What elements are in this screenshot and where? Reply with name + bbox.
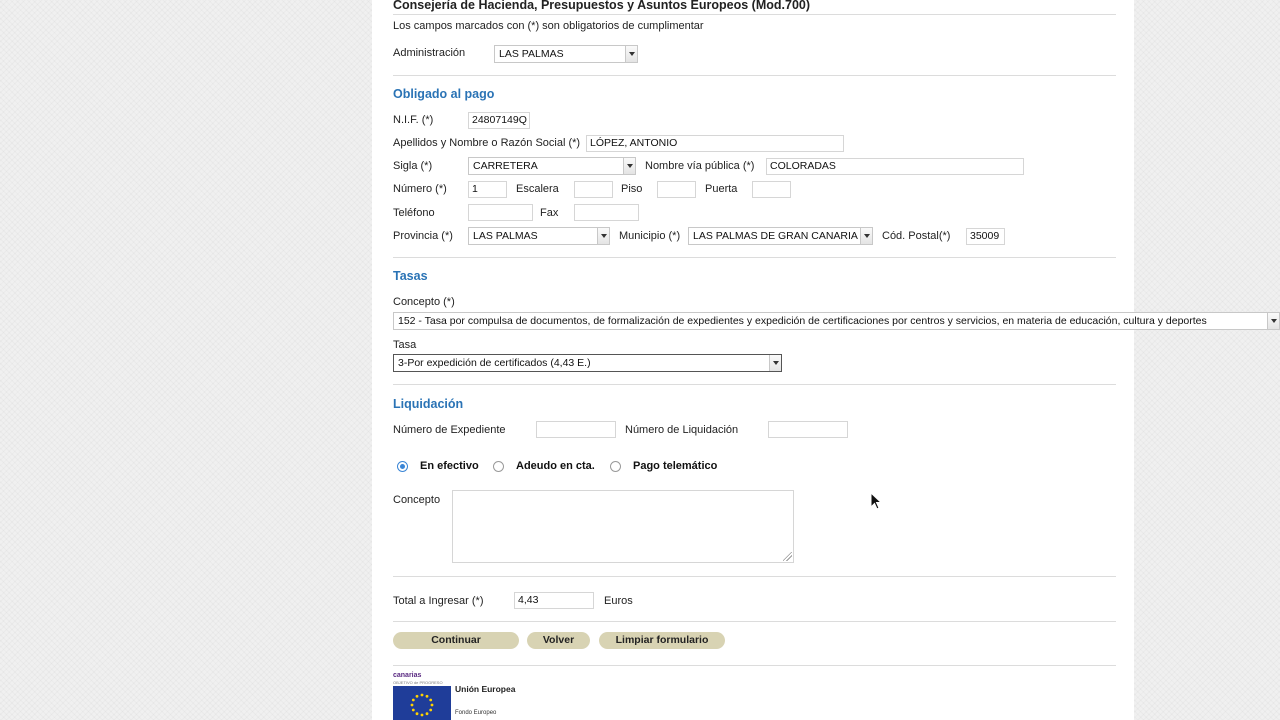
provincia-select[interactable]: LAS PALMAS [468,227,610,245]
tasa-value: 3-Por expedición de certificados (4,43 E… [398,357,591,369]
administracion-select[interactable]: LAS PALMAS [494,45,638,63]
eu-flag-icon [393,686,451,720]
divider [393,621,1116,622]
concepto-tasa-label: Concepto (*) [393,296,455,308]
expediente-label: Número de Expediente [393,424,506,436]
divider [393,384,1116,385]
mouse-pointer-icon [870,492,883,510]
piso-input[interactable] [657,181,696,198]
chevron-down-icon [769,355,781,371]
page-title: Consejería de Hacienda, Presupuestos y A… [393,0,811,12]
resize-grip-icon[interactable] [783,552,792,561]
sigla-value: CARRETERA [473,160,538,172]
radio-pago-telematico[interactable] [610,461,621,472]
nombre-label: Apellidos y Nombre o Razón Social (*) [393,137,581,149]
radio-adeudo-label: Adeudo en cta. [516,460,595,472]
tasa-select[interactable]: 3-Por expedición de certificados (4,43 E… [393,354,782,372]
concepto-textarea[interactable] [452,490,794,563]
total-label: Total a Ingresar (*) [393,595,484,607]
concepto-label: Concepto [393,494,441,506]
nif-label: N.I.F. (*) [393,114,434,126]
radio-en-efectivo-label: En efectivo [420,460,479,472]
via-input[interactable]: COLORADAS [766,158,1024,175]
tasa-label: Tasa [393,339,417,351]
cp-label: Cód. Postal(*) [882,230,951,242]
cp-input[interactable]: 35009 [966,228,1005,245]
chevron-down-icon [1267,313,1279,329]
chevron-down-icon [623,158,635,174]
chevron-down-icon [625,46,637,62]
canarias-logo-sub: OBJETIVO de PROGRESO [393,680,443,685]
fax-input[interactable] [574,204,639,221]
via-label: Nombre vía pública (*) [645,160,755,172]
concepto-tasa-select[interactable]: 152 - Tasa por compulsa de documentos, d… [393,312,1280,330]
provincia-label: Provincia (*) [393,230,453,242]
escalera-label: Escalera [516,183,559,195]
continuar-button[interactable]: Continuar [393,632,519,649]
administracion-value: LAS PALMAS [499,48,564,60]
eu-title: Unión Europea [455,684,516,694]
section-obligado: Obligado al pago [393,87,495,101]
administracion-label: Administración [393,47,466,59]
numero-label: Número (*) [393,183,447,195]
telefono-input[interactable] [468,204,533,221]
section-liquidacion: Liquidación [393,397,464,411]
provincia-value: LAS PALMAS [473,230,538,242]
municipio-label: Municipio (*) [619,230,681,242]
liquidacion-label: Número de Liquidación [625,424,739,436]
form-page: Consejería de Hacienda, Presupuestos y A… [372,0,1280,720]
fax-label: Fax [540,207,559,219]
escalera-input[interactable] [574,181,613,198]
puerta-input[interactable] [752,181,791,198]
volver-button[interactable]: Volver [527,632,590,649]
eu-fund: Fondo Europeo [455,710,497,716]
chevron-down-icon [597,228,609,244]
expediente-input[interactable] [536,421,616,438]
divider [393,665,1116,666]
puerta-label: Puerta [705,183,738,195]
section-tasas: Tasas [393,269,428,283]
nombre-input[interactable]: LÓPEZ, ANTONIO [586,135,844,152]
numero-input[interactable]: 1 [468,181,507,198]
municipio-select[interactable]: LAS PALMAS DE GRAN CANARIA [688,227,873,245]
divider [393,14,1116,15]
sigla-select[interactable]: CARRETERA [468,157,636,175]
concepto-tasa-value: 152 - Tasa por compulsa de documentos, d… [398,315,1207,327]
piso-label: Piso [621,183,643,195]
total-input[interactable]: 4,43 [514,592,594,609]
liquidacion-input[interactable] [768,421,848,438]
required-note: Los campos marcados con (*) son obligato… [393,20,704,32]
total-unit: Euros [604,595,633,607]
telefono-label: Teléfono [393,207,435,219]
limpiar-button[interactable]: Limpiar formulario [599,632,725,649]
canarias-logo: canarias [393,672,422,679]
divider [393,75,1116,76]
radio-pago-telematico-label: Pago telemático [633,460,718,472]
nif-input[interactable]: 24807149Q [468,112,530,129]
radio-adeudo[interactable] [493,461,504,472]
divider [393,576,1116,577]
municipio-value: LAS PALMAS DE GRAN CANARIA [693,230,858,242]
divider [393,257,1116,258]
chevron-down-icon [860,228,872,244]
sigla-label: Sigla (*) [393,160,433,172]
radio-en-efectivo[interactable] [397,461,408,472]
